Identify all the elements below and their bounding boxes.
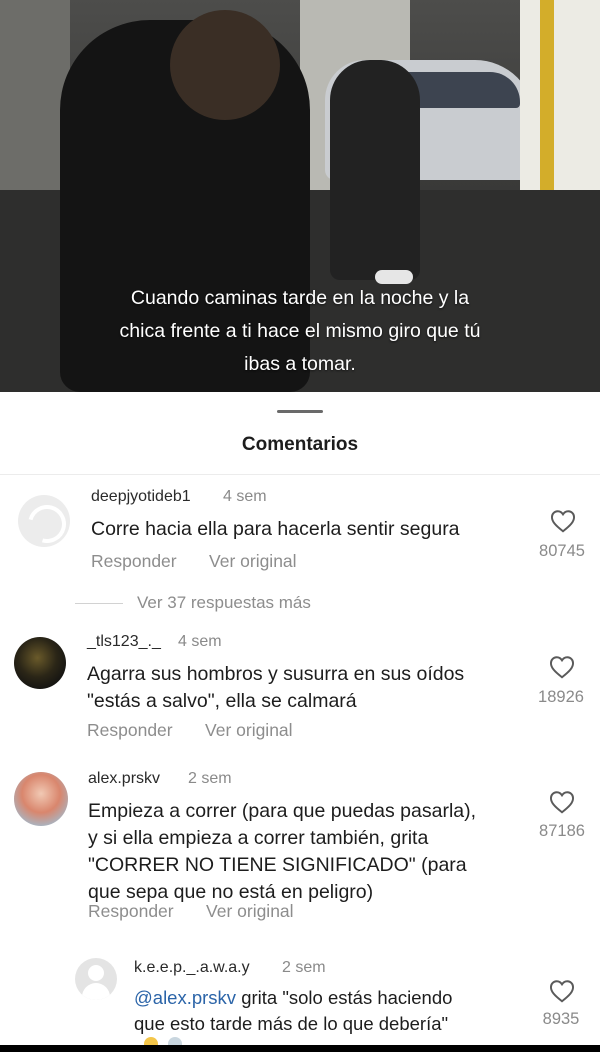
caption-line: ibas a tomar. — [244, 353, 356, 375]
header-divider — [0, 474, 600, 475]
comment-time: 4 sem — [223, 488, 267, 505]
reply-text-rest: grita "solo estás haciendo — [236, 987, 453, 1008]
comment-time: 2 sem — [188, 770, 232, 787]
reply-username[interactable]: k.e.e.p._.a.w.a.y — [134, 959, 250, 977]
like-count: 87186 — [539, 822, 585, 840]
like-count: 8935 — [542, 1010, 580, 1028]
reply-button[interactable]: Responder — [87, 720, 173, 741]
default-user-icon[interactable] — [75, 958, 117, 1000]
comment-time: 4 sem — [178, 633, 222, 650]
video-caption: Cuando caminas tarde en la noche y la ch… — [60, 282, 540, 381]
thread-line — [75, 603, 123, 604]
comment-text-line: "estás a salvo", ella se calmará — [87, 690, 357, 712]
comment-text: Empieza a correr (para que puedas pasarl… — [88, 798, 476, 906]
video-frame[interactable]: Cuando caminas tarde en la noche y la ch… — [0, 0, 600, 392]
comment-text: Agarra sus hombros y susurra en sus oído… — [87, 661, 464, 715]
avatar[interactable] — [18, 495, 70, 547]
bottom-edge-bar — [0, 1045, 600, 1052]
heart-outline-icon[interactable] — [550, 509, 576, 533]
comment-username[interactable]: _tls123_._ — [87, 633, 161, 651]
video-woman-figure — [330, 60, 420, 280]
see-original-button[interactable]: Ver original — [209, 551, 297, 572]
avatar[interactable] — [14, 637, 66, 689]
like-count: 80745 — [539, 542, 585, 560]
drag-handle[interactable] — [277, 410, 323, 413]
heart-outline-icon[interactable] — [549, 655, 575, 679]
reply-text: @alex.prskv grita "solo estás haciendo q… — [134, 985, 452, 1037]
sheet-title: Comentarios — [241, 434, 359, 455]
reply-text-line: @alex.prskv grita "solo estás haciendo — [134, 985, 452, 1011]
comment-text-line: Empieza a correr (para que puedas pasarl… — [88, 800, 477, 822]
comment-text-line: Corre hacia ella para hacerla sentir seg… — [91, 518, 460, 540]
view-more-replies[interactable]: Ver 37 respuestas más — [137, 593, 311, 613]
video-man-head — [170, 10, 280, 120]
comment-text-line: "CORRER NO TIENE SIGNIFICADO" (para — [88, 854, 467, 876]
avatar[interactable] — [14, 772, 68, 826]
heart-outline-icon[interactable] — [549, 979, 575, 1003]
see-original-button[interactable]: Ver original — [206, 901, 294, 922]
see-original-button[interactable]: Ver original — [205, 720, 293, 741]
comment-username[interactable]: deepjyotideb1 — [91, 488, 191, 506]
reply-button[interactable]: Responder — [88, 901, 174, 922]
caption-line: Cuando caminas tarde en la noche y la — [130, 287, 470, 309]
reply-time: 2 sem — [282, 959, 326, 976]
caption-line: chica frente a ti hace el mismo giro que… — [119, 320, 481, 342]
like-count: 18926 — [538, 688, 584, 706]
comment-text: Corre hacia ella para hacerla sentir seg… — [91, 516, 460, 543]
reply-text-line: que esto tarde más de lo que debería" — [134, 1013, 449, 1034]
comment-text-line: y si ella empieza a correr también, grit… — [88, 827, 429, 849]
mention-link[interactable]: @alex.prskv — [134, 987, 236, 1008]
reply-button[interactable]: Responder — [91, 551, 177, 572]
comment-username[interactable]: alex.prskv — [88, 770, 160, 788]
comment-text-line: Agarra sus hombros y susurra en sus oído… — [87, 663, 465, 685]
heart-outline-icon[interactable] — [549, 790, 575, 814]
